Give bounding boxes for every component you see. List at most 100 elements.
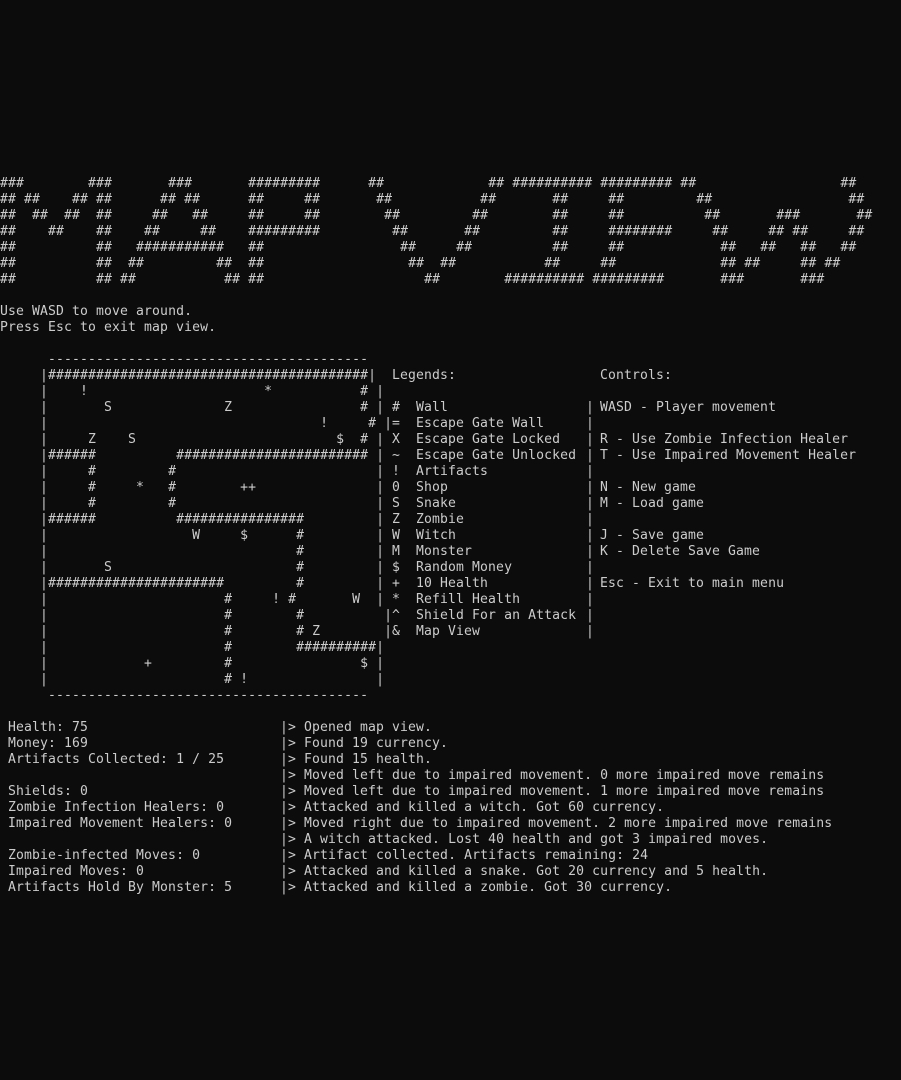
legend-symbol: W (392, 528, 401, 543)
map-row: | # ! # W | (0, 592, 385, 607)
legend-item: Z Zombie | (392, 512, 594, 528)
legend-symbol: M (392, 544, 401, 559)
map-row: ---------------------------------------- (0, 352, 369, 367)
legend-label: Shop (416, 480, 449, 495)
stat-line: Health: 75 (8, 720, 89, 735)
legend-label: Wall (416, 400, 449, 415)
map-row: | # # | (0, 464, 385, 479)
legend-symbol: * (392, 592, 401, 607)
legend-separator: | (586, 400, 595, 415)
legend-label: Escape Gate Wall (416, 416, 545, 431)
legend-symbol: ^ (392, 608, 401, 623)
legend-label: Refill Health (416, 592, 521, 607)
map-row: |#######################################… (0, 368, 377, 383)
legend-separator: | (586, 544, 595, 559)
legend-label: Escape Gate Unlocked (416, 448, 577, 463)
legend-symbol: = (392, 416, 401, 431)
map-row: | # | (0, 544, 385, 559)
legend-separator: | (586, 560, 595, 575)
log-line: |> Found 15 health. (280, 752, 433, 767)
legend-separator: | (586, 448, 595, 463)
legend-separator: | (586, 592, 595, 607)
legend-item: X Escape Gate Locked | (392, 432, 594, 448)
legend-item: ! Artifacts | (392, 464, 594, 480)
log-line: |> Attacked and killed a snake. Got 20 c… (280, 864, 769, 879)
legend-symbol: X (392, 432, 401, 447)
legend-label: Witch (416, 528, 457, 543)
legend-separator: | (586, 416, 595, 431)
title-ascii-banner: ### ### ### ######### ## ## ########## #… (0, 176, 873, 287)
map-row: |###### ######################## | (0, 448, 385, 463)
legend-symbol: Z (392, 512, 401, 527)
map-row: | ! # | (0, 416, 393, 431)
stat-line: Zombie-infected Moves: 0 (8, 848, 201, 863)
legend-item: ~ Escape Gate Unlocked | (392, 448, 594, 464)
legend-item: ^ Shield For an Attack | (392, 608, 594, 624)
legend-item: M Monster | (392, 544, 594, 560)
instruction-move: Use WASD to move around. (0, 304, 193, 319)
log-line: |> Moved left due to impaired movement. … (280, 768, 825, 783)
legend-item: = Escape Gate Wall | (392, 416, 594, 432)
legend-item: 0 Shop | (392, 480, 594, 496)
legend-item: W Witch | (392, 528, 594, 544)
log-line: |> Moved right due to impaired movement.… (280, 816, 833, 831)
legend-separator: | (586, 624, 595, 639)
legend-label: Snake (416, 496, 457, 511)
legend-item: & Map View | (392, 624, 594, 640)
legend-label: 10 Health (416, 576, 489, 591)
legend-separator: | (586, 496, 595, 511)
map-row: | # # Z | (0, 624, 393, 639)
instructions: Use WASD to move around. Press Esc to ex… (0, 304, 216, 336)
map-row: | S # | (0, 560, 385, 575)
control-line: K - Delete Save Game (600, 544, 761, 559)
legend-label: Map View (416, 624, 481, 639)
log-line: |> Found 19 currency. (280, 736, 449, 751)
control-line: WASD - Player movement (600, 400, 777, 415)
controls-panel: Controls: WASD - Player movement R - Use … (600, 368, 856, 592)
console-window: ### ### ### ######### ## ## ########## #… (0, 0, 901, 1080)
legend-symbol: $ (392, 560, 401, 575)
map-row: | Z S $ # | (0, 432, 385, 447)
legend-label: Escape Gate Locked (416, 432, 561, 447)
map-row: | + # $ | (0, 656, 385, 671)
map-row: | W $ # | (0, 528, 385, 543)
legend-title: Legends: (392, 368, 457, 383)
legend-separator: | (586, 464, 595, 479)
legend-symbol: ! (392, 464, 401, 479)
map-row: | # # | (0, 608, 393, 623)
legend-symbol: S (392, 496, 401, 511)
stat-line: Zombie Infection Healers: 0 (8, 800, 225, 815)
legend-item: $ Random Money | (392, 560, 594, 576)
event-log: |> Opened map view. |> Found 19 currency.… (280, 720, 832, 896)
map-row: |###### ################ | (0, 512, 385, 527)
legend-label: Artifacts (416, 464, 489, 479)
legend-item: * Refill Health | (392, 592, 594, 608)
map-row: |###################### # | (0, 576, 385, 591)
log-line: |> Opened map view. (280, 720, 433, 735)
control-line: Esc - Exit to main menu (600, 576, 785, 591)
legend-separator: | (586, 512, 595, 527)
legend-separator: | (586, 576, 595, 591)
control-line: J - Save game (600, 528, 705, 543)
legend-item: S Snake | (392, 496, 594, 512)
legend-label: Zombie (416, 512, 465, 527)
legend-separator: | (586, 480, 595, 495)
map-row: | S Z # | (0, 400, 385, 415)
control-line: R - Use Zombie Infection Healer (600, 432, 849, 447)
map-row: | # * # ++ | (0, 480, 385, 495)
player-stats: Health: 75 Money: 169 Artifacts Collected:… (8, 720, 232, 896)
game-map: ----------------------------------------… (0, 352, 392, 704)
stat-line: Money: 169 (8, 736, 89, 751)
legend-separator: | (586, 528, 595, 543)
stat-line: Artifacts Hold By Monster: 5 (8, 880, 233, 895)
control-line: M - Load game (600, 496, 705, 511)
legend-item: + 10 Health | (392, 576, 594, 592)
legend-separator: | (586, 432, 595, 447)
legend-symbol: # (392, 400, 401, 415)
legend-symbol: 0 (392, 480, 401, 495)
